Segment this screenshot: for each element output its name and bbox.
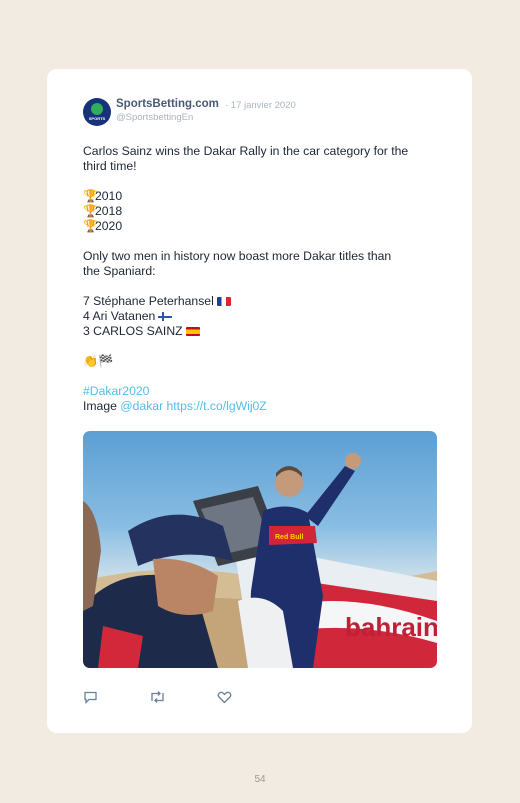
title-year: 🏆2018 bbox=[83, 204, 123, 218]
author-name[interactable]: SportsBetting.com bbox=[116, 98, 219, 110]
ranking-item: 3 CARLOS SAINZ bbox=[83, 324, 443, 339]
ranking-item: 4 Ari Vatanen bbox=[83, 309, 443, 324]
tweet-date[interactable]: · 17 janvier 2020 bbox=[225, 100, 296, 111]
title-year: 🏆2010 bbox=[83, 189, 123, 203]
ranking-item: 7 Stéphane Peterhansel bbox=[83, 294, 443, 309]
mention-link[interactable]: @dakar bbox=[120, 399, 163, 413]
france-flag-icon bbox=[216, 297, 231, 306]
car-branding-text: bahrain bbox=[345, 612, 437, 642]
avatar[interactable]: SPORTS bbox=[83, 98, 111, 126]
tweet-intro-line: Carlos Sainz wins the Dakar Rally in the… bbox=[83, 144, 409, 158]
avatar-logo-text: SPORTS bbox=[88, 116, 106, 121]
tweet-text: Carlos Sainz wins the Dakar Rally in the… bbox=[83, 144, 443, 414]
title-year: 🏆2020 bbox=[83, 219, 123, 233]
retweet-icon[interactable] bbox=[149, 690, 164, 704]
author-handle[interactable]: @SportsbettingEn bbox=[116, 112, 193, 123]
tweet-history-line: the Spaniard: bbox=[83, 264, 156, 278]
reply-icon[interactable] bbox=[83, 690, 98, 705]
url-link[interactable]: https://t.co/lgWij0Z bbox=[167, 399, 267, 413]
trophy-icon: 🏆 bbox=[83, 219, 99, 233]
tweet-card: SPORTS SportsBetting.com · 17 janvier 20… bbox=[47, 69, 472, 733]
clap-checkered-flag-icons: 👏🏁 bbox=[83, 354, 114, 368]
sponsor-text: Red Bull bbox=[275, 534, 303, 541]
like-icon[interactable] bbox=[217, 690, 232, 704]
page-number: 54 bbox=[254, 774, 266, 785]
tweet-actions bbox=[83, 690, 283, 705]
trophy-icon: 🏆 bbox=[83, 204, 99, 218]
tweet-history-line: Only two men in history now boast more D… bbox=[83, 249, 392, 263]
tweet-photo[interactable]: bahrain Red Bull bbox=[83, 431, 437, 668]
finland-flag-icon bbox=[158, 312, 173, 321]
trophy-icon: 🏆 bbox=[83, 189, 99, 203]
globe-icon bbox=[91, 103, 103, 115]
image-label: Image bbox=[83, 399, 117, 413]
tweet-intro-line: third time! bbox=[83, 159, 137, 173]
hashtag-link[interactable]: #Dakar2020 bbox=[83, 384, 443, 399]
spain-flag-icon bbox=[185, 327, 200, 336]
